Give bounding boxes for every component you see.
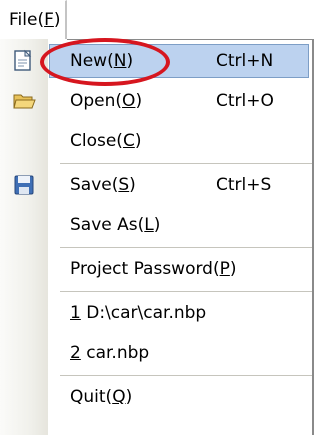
menu-item-shortcut: Ctrl+O — [216, 91, 274, 111]
menu-item-quit[interactable]: Quit(Q) — [0, 378, 312, 416]
menu-item-label: Close(C) — [70, 131, 142, 151]
annotation-ellipse — [40, 38, 170, 86]
file-dropdown-menu: New(N) Ctrl+N Open(O) Ctrl+O Close(C) Sa… — [0, 39, 314, 435]
menu-item-recent-2[interactable]: 2 car.nbp — [0, 334, 312, 372]
menu-item-shortcut: Ctrl+S — [216, 175, 272, 195]
menu-item-label: Save(S) — [70, 175, 136, 195]
menu-separator — [60, 163, 312, 164]
menu-item-save[interactable]: Save(S) Ctrl+S — [0, 166, 312, 204]
menu-file-label: File( — [9, 10, 45, 30]
menu-separator — [60, 247, 312, 248]
menu-file[interactable]: File(F) — [0, 0, 67, 39]
open-folder-icon — [13, 94, 36, 109]
screenshot: File(F) New(N) Ctrl+N Open(O) Ctrl+O C… — [0, 0, 314, 435]
menu-separator — [60, 291, 312, 292]
menu-item-project-password[interactable]: Project Password(P) — [0, 250, 312, 288]
menu-item-shortcut: Ctrl+N — [216, 51, 274, 71]
menu-separator — [60, 375, 312, 376]
menu-item-label: Save As(L) — [70, 215, 161, 235]
menu-item-open[interactable]: Open(O) Ctrl+O — [0, 82, 312, 120]
menu-file-mnemonic: F — [44, 10, 54, 30]
menu-item-save-as[interactable]: Save As(L) — [0, 206, 312, 244]
menu-item-label: Project Password(P) — [70, 259, 237, 279]
new-file-icon — [14, 49, 32, 71]
menu-item-label: Quit(Q) — [70, 387, 133, 407]
menu-item-label: 2 car.nbp — [70, 343, 150, 363]
menu-item-close[interactable]: Close(C) — [0, 122, 312, 160]
menu-border — [312, 39, 314, 435]
menu-item-label: Open(O) — [70, 91, 143, 111]
menu-item-label: 1 D:\car\car.nbp — [70, 303, 207, 323]
save-disk-icon — [14, 175, 34, 195]
menu-file-suffix: ) — [53, 10, 61, 30]
menu-item-recent-1[interactable]: 1 D:\car\car.nbp — [0, 294, 312, 332]
